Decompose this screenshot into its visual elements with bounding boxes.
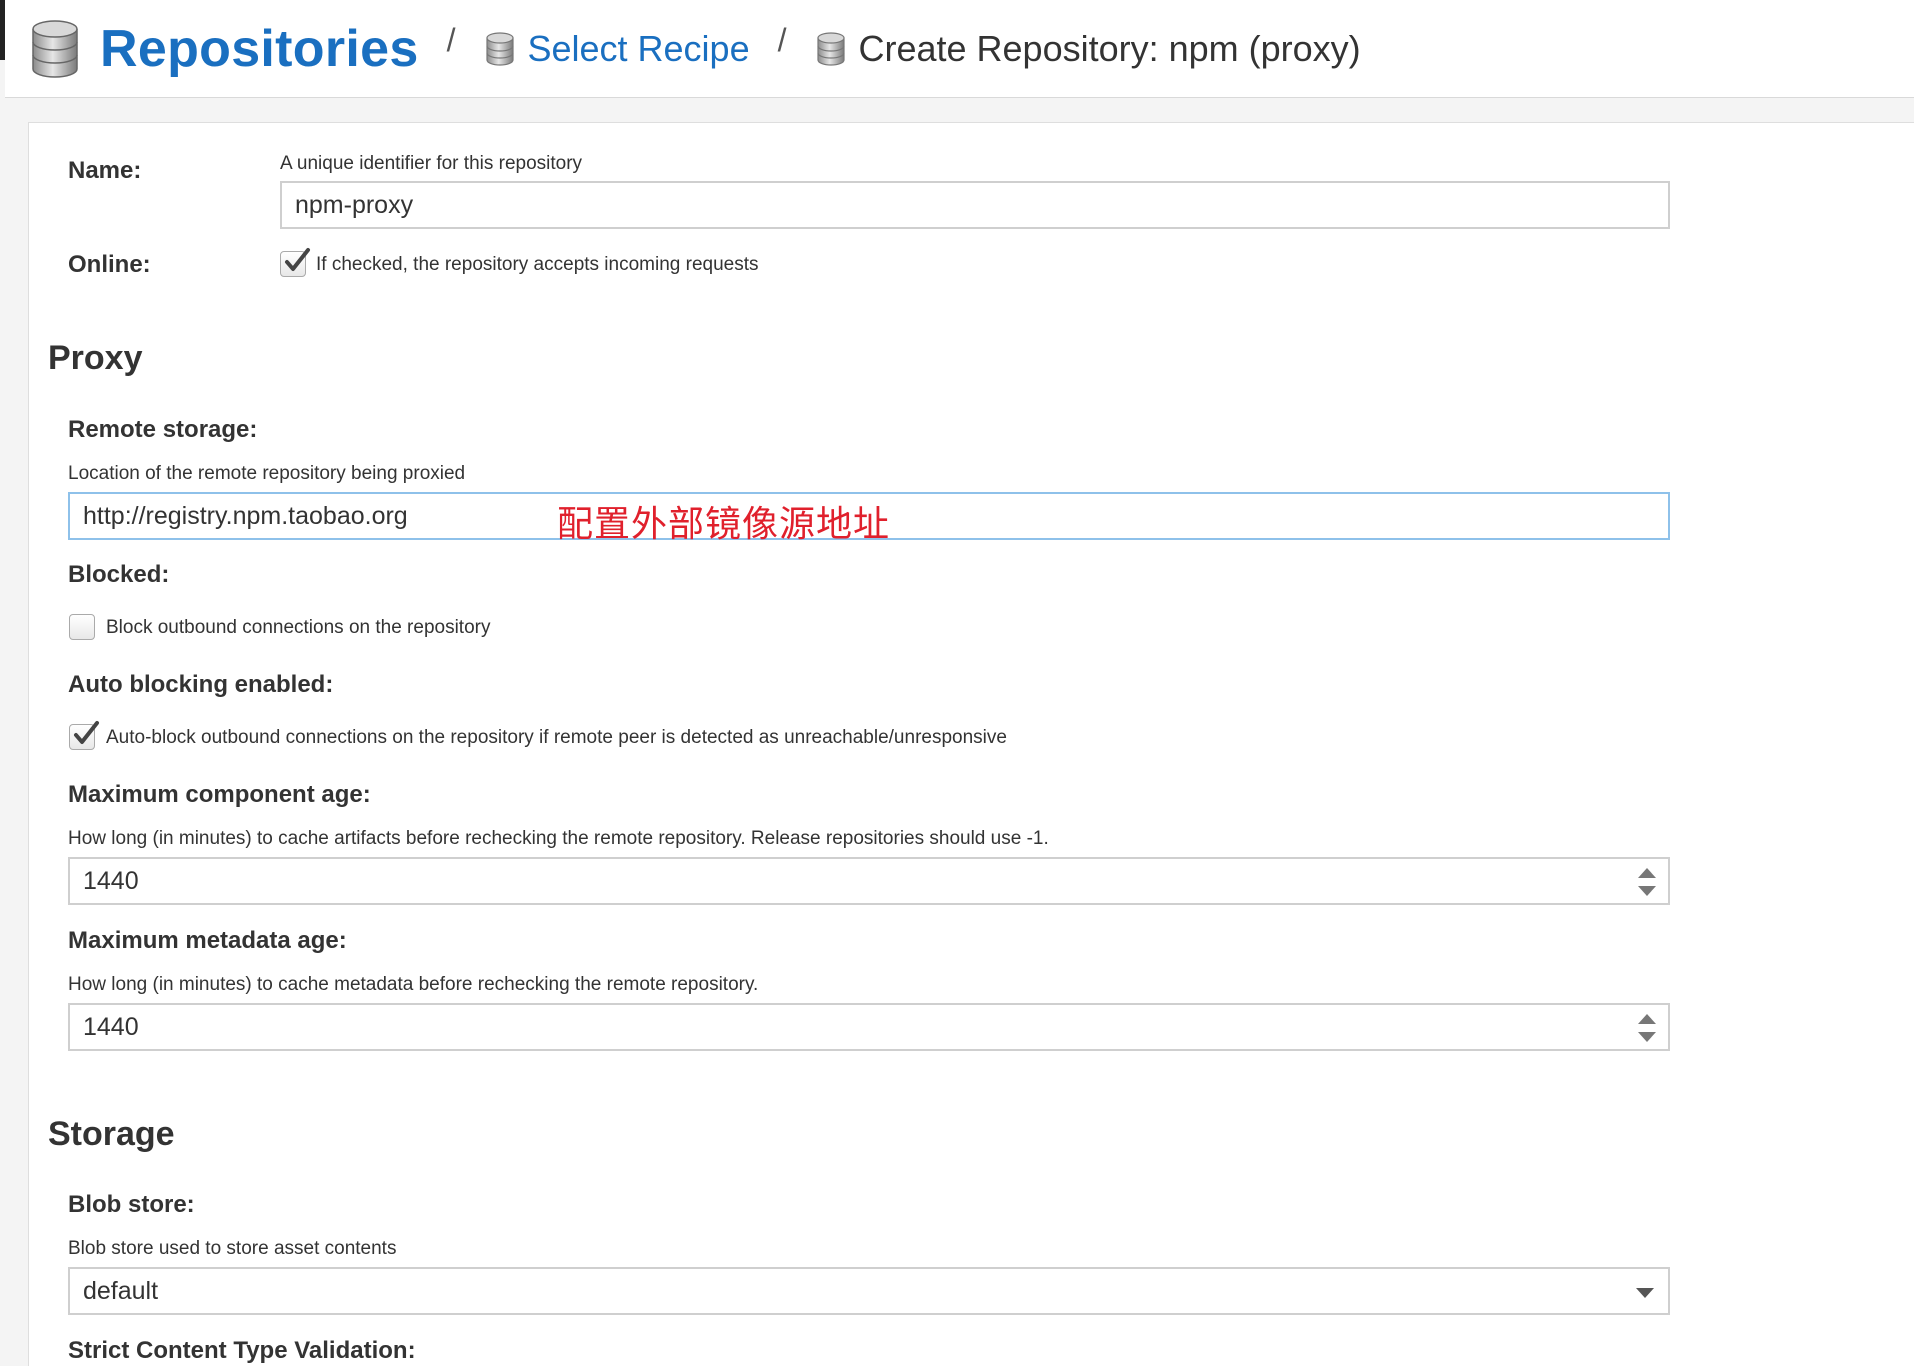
database-icon — [32, 19, 78, 78]
remote-storage-annotation: 配置外部镜像源地址 — [557, 504, 891, 545]
strict-content-validation-label: Strict Content Type Validation: — [68, 1337, 416, 1364]
blocked-label: Blocked: — [68, 561, 170, 588]
remote-storage-help-text: Location of the remote repository being … — [68, 463, 466, 484]
name-input-value: npm-proxy — [295, 190, 414, 219]
number-stepper[interactable] — [1638, 1014, 1656, 1042]
checkmark-icon — [74, 721, 99, 744]
blob-store-select[interactable]: default — [68, 1267, 1670, 1315]
max-metadata-age-input[interactable]: 1440 — [68, 1003, 1670, 1051]
online-description: If checked, the repository accepts incom… — [316, 254, 759, 275]
database-icon — [486, 31, 515, 66]
max-metadata-age-label: Maximum metadata age: — [68, 927, 347, 954]
remote-storage-label: Remote storage: — [68, 416, 258, 443]
blob-store-help-text: Blob store used to store asset contents — [68, 1238, 397, 1259]
online-label: Online: — [68, 251, 151, 278]
stepper-up-icon[interactable] — [1638, 1014, 1656, 1024]
database-icon — [817, 31, 846, 66]
auto-blocking-checkbox[interactable] — [69, 721, 99, 750]
repository-form-panel: Name: A unique identifier for this repos… — [28, 122, 1914, 1366]
chevron-down-icon[interactable] — [1636, 1288, 1654, 1298]
breadcrumb: Repositories / Select Recipe / Create Re… — [30, 19, 1361, 79]
blob-store-selected-value: default — [83, 1276, 159, 1305]
proxy-section-title: Proxy — [48, 339, 143, 377]
stepper-down-icon[interactable] — [1638, 1032, 1656, 1042]
max-component-age-value: 1440 — [83, 866, 139, 895]
breadcrumb-select-recipe[interactable]: Select Recipe — [527, 28, 749, 70]
storage-section-title: Storage — [48, 1115, 175, 1153]
remote-storage-input-value: http://registry.npm.taobao.org — [83, 501, 408, 530]
blocked-checkbox[interactable] — [69, 614, 95, 640]
max-component-age-label: Maximum component age: — [68, 781, 371, 808]
checkmark-icon — [285, 248, 310, 271]
max-component-age-help-text: How long (in minutes) to cache artifacts… — [68, 828, 1049, 849]
auto-blocking-description: Auto-block outbound connections on the r… — [106, 727, 1007, 748]
name-help-text: A unique identifier for this repository — [280, 153, 583, 174]
max-component-age-input[interactable]: 1440 — [68, 857, 1670, 905]
max-metadata-age-value: 1440 — [83, 1012, 139, 1041]
breadcrumb-separator: / — [777, 22, 787, 58]
blocked-description: Block outbound connections on the reposi… — [106, 617, 491, 638]
online-checkbox[interactable] — [280, 248, 310, 277]
stepper-up-icon[interactable] — [1638, 868, 1656, 878]
breadcrumb-separator: / — [446, 22, 456, 58]
number-stepper[interactable] — [1638, 868, 1656, 896]
name-input[interactable]: npm-proxy — [280, 181, 1670, 229]
page-header: Repositories / Select Recipe / Create Re… — [5, 0, 1914, 98]
auto-blocking-label: Auto blocking enabled: — [68, 671, 334, 698]
blob-store-label: Blob store: — [68, 1191, 195, 1218]
name-label: Name: — [68, 157, 142, 184]
max-metadata-age-help-text: How long (in minutes) to cache metadata … — [68, 974, 759, 995]
breadcrumb-current-page: Create Repository: npm (proxy) — [858, 27, 1361, 69]
breadcrumb-repositories[interactable]: Repositories — [100, 19, 419, 79]
stepper-down-icon[interactable] — [1638, 886, 1656, 896]
